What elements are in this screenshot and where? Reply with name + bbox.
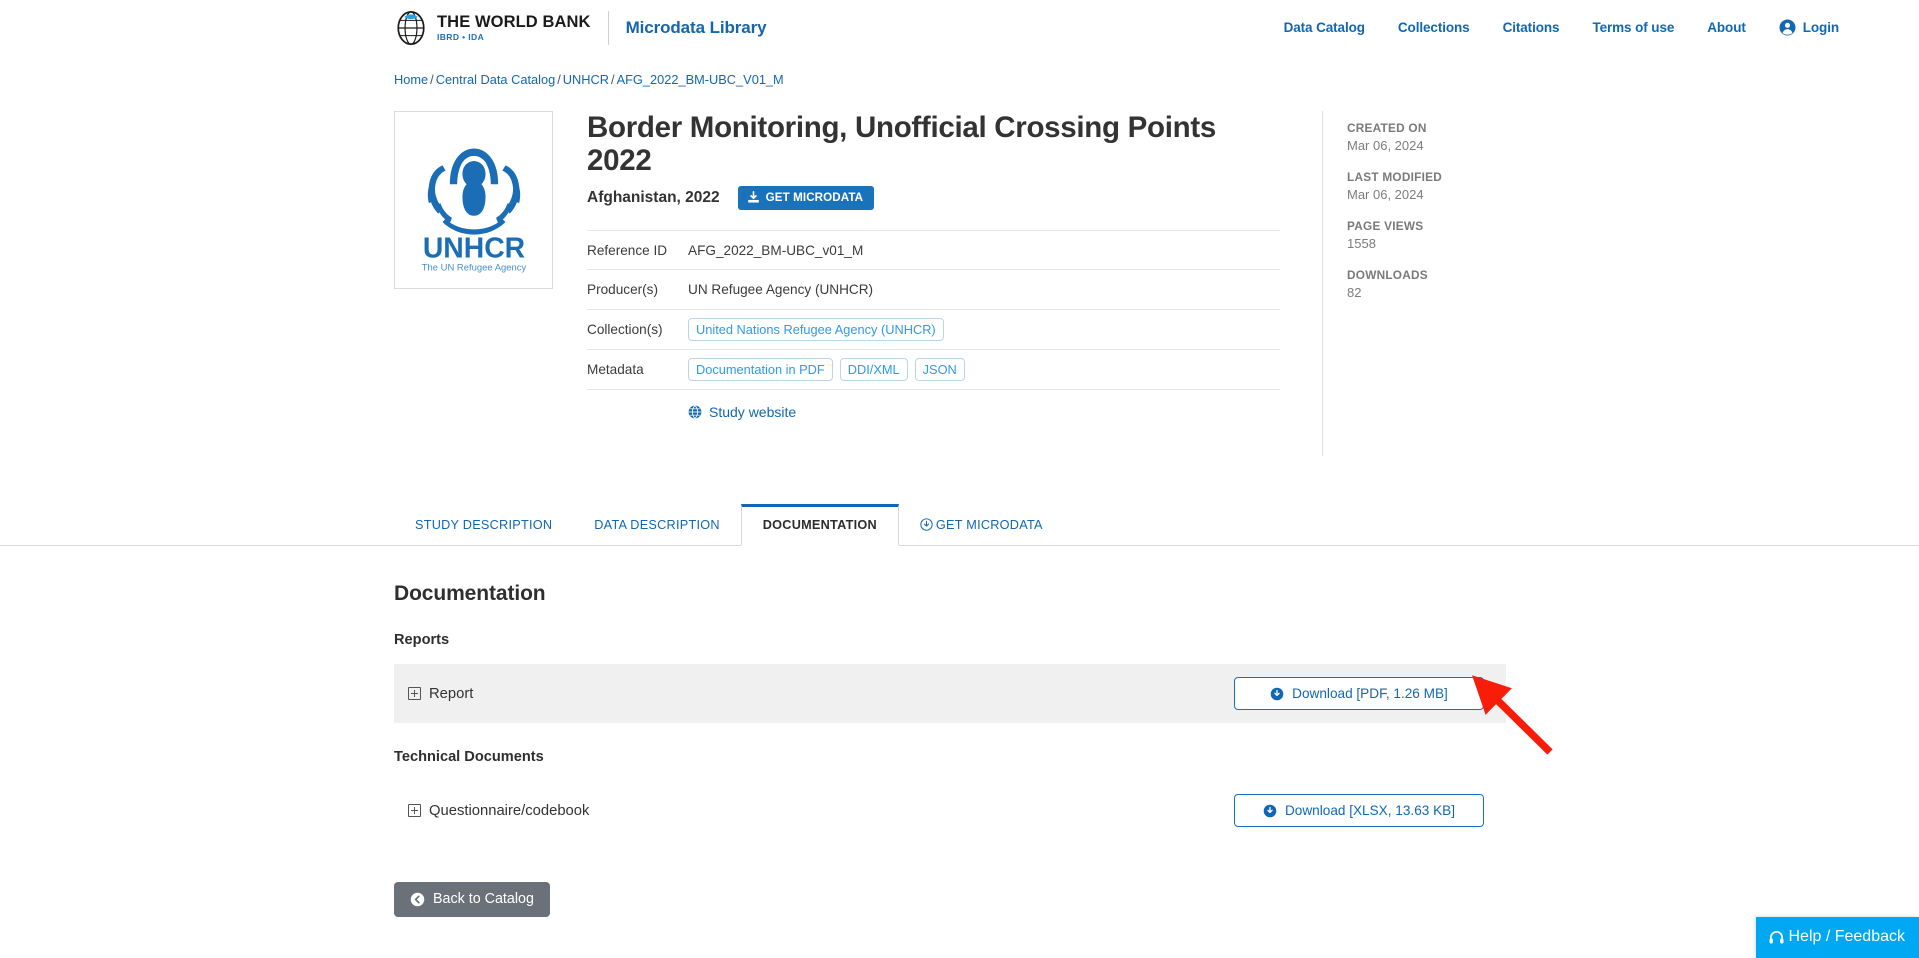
study-logo-box: UNHCR The UN Refugee Agency — [394, 111, 553, 289]
section-heading-technical-documents: Technical Documents — [394, 749, 544, 765]
breadcrumb-item-unhcr[interactable]: UNHCR — [563, 72, 609, 87]
doc-item-label: Report — [429, 685, 474, 702]
tab-documentation[interactable]: DOCUMENTATION — [740, 504, 899, 546]
download-circle-icon — [920, 518, 933, 531]
doc-row-label-report[interactable]: Report — [408, 686, 473, 702]
meta-value-reference-id: AFG_2022_BM-UBC_v01_M — [688, 242, 864, 258]
stat-value-page-views: 1558 — [1347, 236, 1376, 251]
table-row: Producer(s) UN Refugee Agency (UNHCR) — [587, 270, 1280, 311]
back-to-catalog-label: Back to Catalog — [433, 891, 534, 907]
study-website-label: Study website — [709, 404, 797, 421]
help-feedback-label: Help / Feedback — [1788, 928, 1905, 945]
table-row: Reference ID AFG_2022_BM-UBC_v01_M — [587, 230, 1280, 271]
download-circle-icon — [1270, 687, 1284, 700]
site-header: THE WORLD BANK IBRD • IDA Microdata Libr… — [0, 0, 1919, 55]
get-microdata-label: GET MICRODATA — [765, 191, 864, 205]
breadcrumb-separator: / — [557, 72, 561, 87]
section-heading-reports: Reports — [394, 632, 450, 648]
metadata-pill-documentation-pdf[interactable]: Documentation in PDF — [688, 358, 833, 382]
documentation-heading: Documentation — [394, 582, 546, 605]
meta-label-producers: Producer(s) — [587, 282, 659, 298]
nav-citations[interactable]: Citations — [1503, 20, 1560, 35]
download-xlsx-button[interactable]: Download [XLSX, 13.63 KB] — [1234, 794, 1484, 827]
expand-plus-icon[interactable] — [408, 687, 421, 700]
meta-label-reference-id: Reference ID — [587, 242, 668, 258]
meta-value-metadata: Documentation in PDF DDI/XML JSON — [688, 358, 965, 382]
table-row: Metadata Documentation in PDF DDI/XML JS… — [587, 350, 1280, 391]
doc-row-label-questionnaire[interactable]: Questionnaire/codebook — [408, 803, 589, 819]
study-subtitle-row: Afghanistan, 2022 GET MICRODATA — [587, 186, 1280, 211]
login-label: Login — [1802, 20, 1839, 35]
user-account-icon — [1779, 19, 1796, 36]
study-website-link[interactable]: Study website — [587, 404, 1280, 420]
stat-label-created-on: CREATED ON — [1347, 121, 1427, 135]
nav-data-catalog[interactable]: Data Catalog — [1284, 20, 1365, 35]
headset-icon — [1769, 930, 1784, 944]
documentation-panel: Documentation Reports Report Download [P… — [0, 546, 1919, 917]
brand-subtitle: IBRD • IDA — [437, 31, 485, 42]
study-main-column: Border Monitoring, Unofficial Crossing P… — [553, 111, 1280, 456]
stat-value-created-on: Mar 06, 2024 — [1347, 138, 1424, 153]
doc-item-label: Questionnaire/codebook — [429, 802, 590, 819]
back-arrow-circle-icon — [410, 892, 425, 906]
metadata-pill-ddi-xml[interactable]: DDI/XML — [839, 358, 908, 382]
study-country-year: Afghanistan, 2022 — [587, 189, 720, 207]
breadcrumb: Home / Central Data Catalog / UNHCR / AFG_2022… — [0, 72, 1919, 87]
stat-label-last-modified: LAST MODIFIED — [1347, 170, 1442, 184]
expand-plus-icon[interactable] — [408, 804, 421, 817]
help-feedback-button[interactable]: Help / Feedback — [1756, 917, 1919, 958]
download-xlsx-label: Download [XLSX, 13.63 KB] — [1284, 803, 1456, 818]
collection-pill-unhcr[interactable]: United Nations Refugee Agency (UNHCR) — [688, 318, 944, 342]
stat-value-downloads: 82 — [1347, 285, 1362, 300]
breadcrumb-separator: / — [611, 72, 615, 87]
get-microdata-button[interactable]: GET MICRODATA — [737, 186, 875, 211]
app-name[interactable]: Microdata Library — [626, 18, 767, 38]
nav-terms-of-use[interactable]: Terms of use — [1592, 20, 1674, 35]
stat-value-last-modified: Mar 06, 2024 — [1347, 187, 1424, 202]
breadcrumb-item-central-data-catalog[interactable]: Central Data Catalog — [436, 72, 556, 87]
main-navigation: Data Catalog Collections Citations Terms… — [1284, 19, 1839, 36]
brand-logo[interactable]: THE WORLD BANK IBRD • IDA — [394, 10, 591, 45]
page-title: Border Monitoring, Unofficial Crossing P… — [587, 111, 1216, 178]
nav-collections[interactable]: Collections — [1398, 20, 1470, 35]
meta-value-producers: UN Refugee Agency (UNHCR) — [688, 282, 874, 298]
tab-get-microdata[interactable]: GET MICRODATA — [899, 505, 1064, 545]
download-pdf-button[interactable]: Download [PDF, 1.26 MB] — [1234, 677, 1484, 710]
study-metadata-table: Reference ID AFG_2022_BM-UBC_v01_M Produ… — [587, 230, 1280, 391]
meta-value-collections: United Nations Refugee Agency (UNHCR) — [688, 318, 944, 342]
login-button[interactable]: Login — [1779, 19, 1839, 36]
meta-label-collections: Collection(s) — [587, 322, 663, 338]
stat-label-downloads: DOWNLOADS — [1347, 268, 1428, 282]
download-circle-icon — [1263, 804, 1277, 817]
brand-divider — [607, 10, 609, 45]
unhcr-logo-tagline: The UN Refugee Agency — [421, 262, 526, 273]
tab-get-microdata-label: GET MICRODATA — [935, 518, 1043, 532]
documentation-row-questionnaire: Questionnaire/codebook Download [XLSX, 1… — [394, 781, 1506, 840]
brand-title: THE WORLD BANK — [437, 13, 591, 31]
stat-label-page-views: PAGE VIEWS — [1347, 219, 1424, 233]
breadcrumb-separator: / — [430, 72, 434, 87]
tab-data-description[interactable]: DATA DESCRIPTION — [573, 505, 740, 545]
study-stats-sidebar: CREATED ON Mar 06, 2024 LAST MODIFIED Ma… — [1322, 111, 1552, 456]
unhcr-logo-text: UNHCR — [422, 233, 524, 265]
unhcr-logo-icon: UNHCR The UN Refugee Agency — [421, 148, 526, 273]
globe-icon — [688, 405, 702, 420]
back-to-catalog-button[interactable]: Back to Catalog — [394, 882, 550, 917]
meta-label-metadata: Metadata — [587, 362, 644, 378]
nav-about[interactable]: About — [1707, 20, 1746, 35]
breadcrumb-item-home[interactable]: Home — [394, 72, 428, 87]
download-tray-icon — [747, 191, 759, 203]
world-bank-globe-icon — [397, 10, 425, 45]
breadcrumb-item-study-id[interactable]: AFG_2022_BM-UBC_V01_M — [617, 72, 784, 87]
table-row: Collection(s) United Nations Refugee Age… — [587, 310, 1280, 351]
metadata-pill-json[interactable]: JSON — [914, 358, 965, 382]
study-tabs: STUDY DESCRIPTION DATA DESCRIPTION DOCUM… — [0, 504, 1919, 546]
download-pdf-label: Download [PDF, 1.26 MB] — [1292, 686, 1448, 701]
documentation-row-report: Report Download [PDF, 1.26 MB] — [394, 664, 1506, 723]
tab-study-description[interactable]: STUDY DESCRIPTION — [394, 505, 573, 545]
study-header-section: UNHCR The UN Refugee Agency Border Monit… — [0, 111, 1919, 456]
